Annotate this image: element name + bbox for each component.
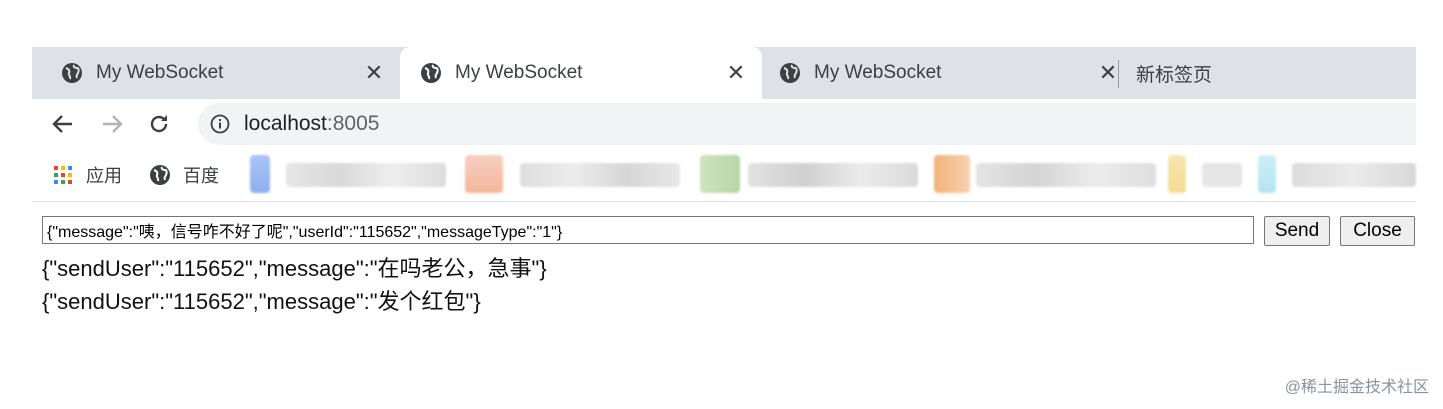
globe-icon [149, 164, 171, 186]
tab-my-websocket-3[interactable]: My WebSocket ✕ [762, 47, 1118, 99]
bookmarks-bar: 应用 百度 [32, 149, 1416, 202]
globe-icon [61, 62, 83, 84]
close-tab-icon[interactable]: ✕ [724, 60, 748, 85]
bookmark-baidu[interactable]: 百度 [149, 162, 219, 188]
tab-strip: My WebSocket ✕ My WebSocket ✕ My WebSock… [32, 47, 1416, 99]
address-url: localhost:8005 [244, 112, 379, 136]
bookmark-apps[interactable]: 应用 [52, 162, 122, 188]
close-button[interactable]: Close [1340, 216, 1415, 246]
blurred-bookmark[interactable] [1168, 155, 1186, 193]
tab-new-tab[interactable]: 新标签页 [1118, 47, 1416, 99]
blurred-bookmark[interactable] [1202, 163, 1242, 187]
received-message: {"sendUser":"115652","message":"在吗老公，急事"… [42, 256, 547, 281]
close-tab-icon[interactable]: ✕ [1096, 60, 1120, 85]
tab-title: My WebSocket [455, 62, 583, 83]
tab-title: My WebSocket [814, 62, 942, 83]
received-message: {"sendUser":"115652","message":"发个红包"} [42, 289, 481, 314]
url-port: :8005 [326, 112, 380, 135]
tab-my-websocket-1[interactable]: My WebSocket ✕ [32, 47, 400, 99]
blurred-bookmark[interactable] [934, 155, 970, 193]
close-tab-icon[interactable]: ✕ [362, 60, 386, 85]
blurred-bookmark[interactable] [976, 163, 1156, 187]
bookmark-label: 应用 [86, 166, 122, 186]
message-input[interactable] [42, 216, 1254, 244]
message-log: {"sendUser":"115652","message":"在吗老公，急事"… [42, 252, 547, 318]
watermark: @稀土掘金技术社区 [1284, 379, 1429, 396]
apps-grid-icon [52, 164, 74, 186]
blurred-bookmark[interactable] [465, 155, 503, 193]
blurred-bookmark[interactable] [1258, 155, 1276, 193]
tab-title: 新标签页 [1136, 64, 1213, 86]
globe-icon [420, 62, 442, 84]
send-button[interactable]: Send [1264, 216, 1330, 246]
browser-toolbar: localhost:8005 [32, 99, 1416, 149]
blurred-bookmark[interactable] [520, 163, 680, 187]
blurred-bookmark[interactable] [700, 155, 740, 193]
info-icon[interactable] [210, 114, 230, 134]
url-host: localhost [244, 112, 327, 135]
blurred-bookmark[interactable] [1292, 163, 1416, 187]
address-bar[interactable]: localhost:8005 [198, 103, 1416, 145]
reload-icon[interactable] [146, 111, 172, 137]
globe-icon [779, 62, 801, 84]
back-arrow-icon[interactable] [50, 111, 76, 137]
blurred-bookmark[interactable] [748, 163, 918, 187]
browser-window: My WebSocket ✕ My WebSocket ✕ My WebSock… [32, 47, 1416, 202]
blurred-bookmark[interactable] [286, 163, 446, 187]
tab-my-websocket-2[interactable]: My WebSocket ✕ [400, 47, 762, 99]
bookmark-label: 百度 [183, 166, 219, 186]
blurred-bookmark[interactable] [250, 155, 270, 193]
forward-arrow-icon[interactable] [99, 111, 125, 137]
tab-title: My WebSocket [96, 62, 224, 83]
